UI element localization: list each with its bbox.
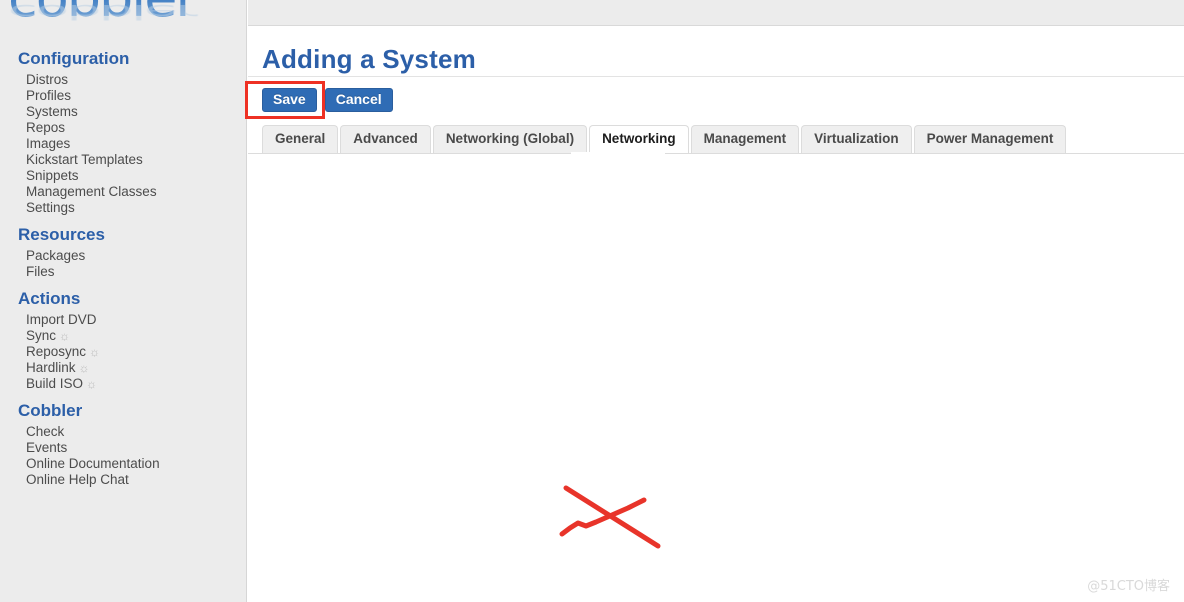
sidebar-item-packages[interactable]: Packages xyxy=(0,248,246,264)
sidebar-heading-actions: Actions xyxy=(18,289,81,308)
sidebar-list-configuration: Distros Profiles Systems Repos Images Ki… xyxy=(0,72,246,224)
sidebar-item-snippets[interactable]: Snippets xyxy=(0,168,246,184)
sidebar-heading-cobbler: Cobbler xyxy=(18,401,83,420)
sidebar-item-files[interactable]: Files xyxy=(0,264,246,280)
sidebar-item-repos[interactable]: Repos xyxy=(0,120,246,136)
logo-reflection: cobbler xyxy=(8,0,196,24)
sidebar-item-label: Repos xyxy=(26,120,66,135)
sidebar-item-check[interactable]: Check xyxy=(0,424,246,440)
sidebar-item-distros[interactable]: Distros xyxy=(0,72,246,88)
gear-icon: ☼ xyxy=(78,361,90,375)
tab-general[interactable]: General xyxy=(262,125,339,153)
sidebar-item-online-help-chat[interactable]: Online Help Chat xyxy=(0,472,246,488)
main-content: Adding a System Save Cancel General Advanc… xyxy=(248,0,1184,602)
top-bar xyxy=(248,0,1184,26)
sidebar-item-hardlink[interactable]: Hardlink ☼ xyxy=(0,360,246,376)
sidebar-item-reposync[interactable]: Reposync ☼ xyxy=(0,344,246,360)
sidebar-item-label: Files xyxy=(26,264,55,279)
sidebar-item-profiles[interactable]: Profiles xyxy=(0,88,246,104)
cobbler-web-ui: cobbler cobbler Configuration Distros Pr… xyxy=(0,0,1184,602)
sidebar-item-management-classes[interactable]: Management Classes xyxy=(0,184,246,200)
sidebar-item-images[interactable]: Images xyxy=(0,136,246,152)
title-divider xyxy=(248,76,1184,77)
sidebar-item-label: Packages xyxy=(26,248,86,263)
sidebar-item-sync[interactable]: Sync ☼ xyxy=(0,328,246,344)
gear-icon: ☼ xyxy=(86,377,98,391)
tab-networking-global[interactable]: Networking (Global) xyxy=(432,125,588,153)
tab-networking[interactable]: Networking xyxy=(589,125,689,153)
page-title: Adding a System xyxy=(262,44,476,74)
sidebar-item-label: Events xyxy=(26,440,68,455)
tab-management[interactable]: Management xyxy=(690,125,800,153)
sidebar-list-cobbler: Check Events Online Documentation Online… xyxy=(0,424,246,496)
sidebar-item-import-dvd[interactable]: Import DVD xyxy=(0,312,246,328)
cancel-button[interactable]: Cancel xyxy=(324,88,393,112)
cobbler-logo[interactable]: cobbler cobbler xyxy=(0,0,246,40)
sidebar-item-label: Systems xyxy=(26,104,78,119)
sidebar-group-actions: Actions Import DVD Sync ☼ Reposync ☼ Hardl… xyxy=(0,288,246,400)
tab-power-management[interactable]: Power Management xyxy=(913,125,1067,153)
tab-advanced[interactable]: Advanced xyxy=(340,125,431,153)
sidebar-item-label: Reposync xyxy=(26,344,87,359)
sidebar-item-label: Online Help Chat xyxy=(26,472,129,487)
sidebar-item-label: Check xyxy=(26,424,65,439)
tab-bar: General Advanced Networking (Global) Networ… xyxy=(262,125,1068,153)
sidebar: cobbler cobbler Configuration Distros Pr… xyxy=(0,0,247,602)
sidebar-item-label: Build ISO xyxy=(26,376,84,391)
gear-icon: ☼ xyxy=(89,345,101,359)
sidebar-item-systems[interactable]: Systems xyxy=(0,104,246,120)
gear-icon: ☼ xyxy=(59,329,71,343)
sidebar-item-label: Snippets xyxy=(26,168,79,183)
sidebar-item-label: Management Classes xyxy=(26,184,157,199)
sidebar-item-label: Import DVD xyxy=(26,312,97,327)
sidebar-item-label: Distros xyxy=(26,72,69,87)
tab-virtualization[interactable]: Virtualization xyxy=(801,125,912,153)
sidebar-group-configuration: Configuration Distros Profiles Systems R… xyxy=(0,48,246,224)
sidebar-item-label: Kickstart Templates xyxy=(26,152,143,167)
sidebar-heading-resources: Resources xyxy=(18,225,105,244)
save-button[interactable]: Save xyxy=(262,88,317,112)
sidebar-list-resources: Packages Files xyxy=(0,248,246,288)
sidebar-item-label: Hardlink xyxy=(26,360,76,375)
sidebar-heading-configuration: Configuration xyxy=(18,49,130,68)
action-button-row: Save Cancel xyxy=(262,88,393,114)
sidebar-list-actions: Import DVD Sync ☼ Reposync ☼ Hardlink ☼ Bui… xyxy=(0,312,246,400)
sidebar-item-settings[interactable]: Settings xyxy=(0,200,246,216)
sidebar-item-build-iso[interactable]: Build ISO ☼ xyxy=(0,376,246,392)
sidebar-item-kickstart-templates[interactable]: Kickstart Templates xyxy=(0,152,246,168)
watermark: @51CTO博客 xyxy=(1087,579,1170,594)
sidebar-item-online-documentation[interactable]: Online Documentation xyxy=(0,456,246,472)
sidebar-item-label: Profiles xyxy=(26,88,72,103)
sidebar-group-resources: Resources Packages Files xyxy=(0,224,246,288)
sidebar-item-events[interactable]: Events xyxy=(0,440,246,456)
sidebar-group-cobbler: Cobbler Check Events Online Documentatio… xyxy=(0,400,246,496)
sidebar-item-label: Online Documentation xyxy=(26,456,160,471)
tab-panel-networking xyxy=(248,154,1184,602)
sidebar-item-label: Settings xyxy=(26,200,75,215)
sidebar-item-label: Images xyxy=(26,136,71,151)
sidebar-item-label: Sync xyxy=(26,328,57,343)
active-tab-merge-mask xyxy=(571,152,665,155)
